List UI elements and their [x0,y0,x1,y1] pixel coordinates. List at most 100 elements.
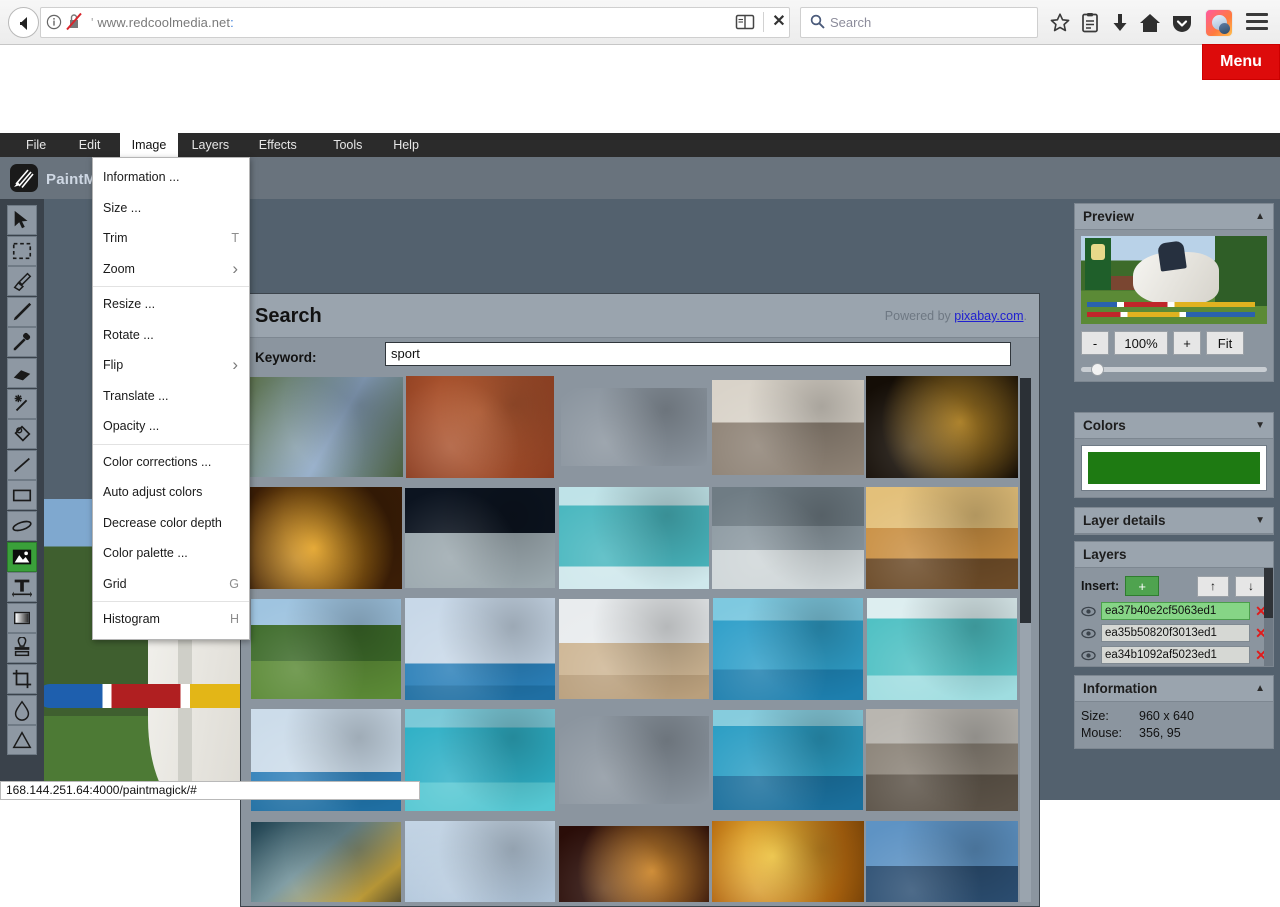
eraser-tool[interactable] [7,358,37,388]
sled-dogs-thumbnail[interactable] [405,488,555,588]
result-cell[interactable] [865,816,1019,902]
crop-tool[interactable] [7,664,37,694]
preview-panel-header[interactable]: Preview ▲ [1075,204,1273,230]
layer-row[interactable]: ea35b50820f3013ed1 ✕ [1081,624,1267,642]
paintbrush-tool[interactable] [7,266,37,297]
magic-wand-tool[interactable] [7,388,37,419]
back-button[interactable] [8,7,39,38]
menu-item-grid[interactable]: Grid G [93,569,249,600]
chevron-down-icon[interactable]: ▼ [1255,420,1265,431]
show-jumping-horse-thumbnail[interactable] [251,599,401,699]
information-panel-header[interactable]: Information ▲ [1075,676,1273,702]
kitesurfer-turquoise-thumbnail[interactable] [867,598,1017,700]
runner-legs-sunset-thumbnail[interactable] [866,487,1018,589]
zoom-out-button[interactable]: - [1081,331,1109,355]
layers-scrollbar-thumb[interactable] [1264,568,1273,618]
hamburger-menu-icon[interactable] [1246,13,1268,31]
marquee-select-tool[interactable] [7,235,37,266]
results-scrollbar-thumb[interactable] [1020,378,1031,623]
windsurfer-jump-thumbnail[interactable] [405,709,555,811]
menubar-item-help[interactable]: Help [381,133,431,157]
menu-item-color-corrections[interactable]: Color corrections ... [93,447,249,478]
layer-row[interactable]: ea37b40e2cf5063ed1 ✕ [1081,602,1267,620]
home-icon[interactable] [1138,11,1162,35]
paraglider-sunset-thumbnail[interactable] [712,821,864,902]
stop-button[interactable]: ✕ [770,13,788,31]
menu-item-size[interactable]: Size ... [93,193,249,224]
colors-panel-header[interactable]: Colors ▼ [1075,413,1273,439]
two-windsurfers-thumbnail[interactable] [713,710,863,810]
menubar-item-edit[interactable]: Edit [67,133,113,157]
current-color-swatch[interactable] [1081,445,1267,491]
line-tool[interactable] [7,449,37,480]
surfer-with-board-thumbnail[interactable] [559,599,709,699]
layers-scrollbar[interactable] [1264,568,1273,666]
menubar-item-layers[interactable]: Layers [180,133,242,157]
result-cell[interactable] [557,705,711,815]
menu-item-histogram[interactable]: Histogram H [93,604,249,635]
paraglider-sky-thumbnail[interactable] [405,821,555,902]
result-cell[interactable] [403,594,557,704]
menu-item-decrease-color-depth[interactable]: Decrease color depth [93,508,249,539]
menu-item-flip[interactable]: Flip › [93,350,249,381]
menu-item-resize[interactable]: Resize ... [93,289,249,320]
star-icon[interactable] [1048,11,1072,35]
paintmagick-app-icon[interactable] [1205,9,1233,37]
move-layer-up-button[interactable]: ↑ [1197,575,1229,597]
result-cell[interactable] [711,594,865,704]
windsurfer-blue-sea-thumbnail[interactable] [713,598,863,700]
result-cell[interactable] [865,594,1019,704]
flaming-soccer-boot-thumbnail[interactable] [559,826,709,902]
result-cell[interactable] [249,372,403,482]
text-tool[interactable] [7,572,37,603]
kitesurfer-thumbnail[interactable] [559,487,709,589]
paint-bucket-tool[interactable] [7,419,37,450]
zoom-level-display[interactable]: 100% [1114,331,1168,355]
reader-view-icon[interactable] [735,13,755,31]
zoom-slider[interactable] [1081,363,1267,376]
result-cell[interactable] [865,372,1019,482]
kite-over-sea-thumbnail[interactable] [405,598,555,700]
menubar-item-image[interactable]: Image [119,133,179,157]
result-cell[interactable] [711,483,865,593]
result-cell[interactable] [557,594,711,704]
menu-item-auto-adjust-colors[interactable]: Auto adjust colors [93,477,249,508]
chevron-down-icon[interactable]: ▼ [1255,515,1265,526]
layer-details-header[interactable]: Layer details ▼ [1075,508,1273,534]
running-dogs-thumbnail[interactable] [712,487,864,589]
library-icon[interactable] [1078,11,1102,35]
add-layer-button[interactable]: + [1125,576,1160,596]
menu-item-trim[interactable]: Trim T [93,223,249,254]
result-cell[interactable] [403,705,557,815]
result-cell[interactable] [865,483,1019,593]
quad-bike-thumbnail[interactable] [250,487,402,589]
layer-row[interactable]: ea34b1092af5023ed1 ✕ [1081,646,1267,664]
menu-item-translate[interactable]: Translate ... [93,381,249,412]
result-cell[interactable] [557,816,711,902]
chevron-up-icon[interactable]: ▲ [1255,211,1265,222]
layer-name[interactable]: ea34b1092af5023ed1 [1101,646,1250,664]
menubar-item-effects[interactable]: Effects [247,133,309,157]
swimmer-on-road-thumbnail[interactable] [712,379,864,475]
menu-item-zoom[interactable]: Zoom › [93,254,249,285]
eye-visibility-icon[interactable] [1081,605,1096,618]
result-cell[interactable] [249,483,403,593]
gradient-tool[interactable] [7,602,37,633]
pointer-tool[interactable] [7,205,37,235]
layer-name[interactable]: ea35b50820f3013ed1 [1101,624,1250,642]
results-scrollbar[interactable] [1020,378,1031,902]
menu-item-rotate[interactable]: Rotate ... [93,320,249,351]
menu-item-opacity[interactable]: Opacity ... [93,411,249,442]
menubar-item-file[interactable]: File [14,133,58,157]
rally-car-thumbnail[interactable] [559,716,709,804]
result-cell[interactable] [711,705,865,815]
stamp-tool[interactable] [7,633,37,664]
move-layer-down-button[interactable]: ↓ [1235,575,1267,597]
blur-drop-tool[interactable] [7,694,37,725]
eye-visibility-icon[interactable] [1081,627,1096,640]
result-cell[interactable] [711,816,865,902]
eyedropper-tool[interactable] [7,327,37,358]
result-cell[interactable] [403,483,557,593]
pixabay-link[interactable]: pixabay.com [954,309,1023,323]
result-cell[interactable] [557,483,711,593]
